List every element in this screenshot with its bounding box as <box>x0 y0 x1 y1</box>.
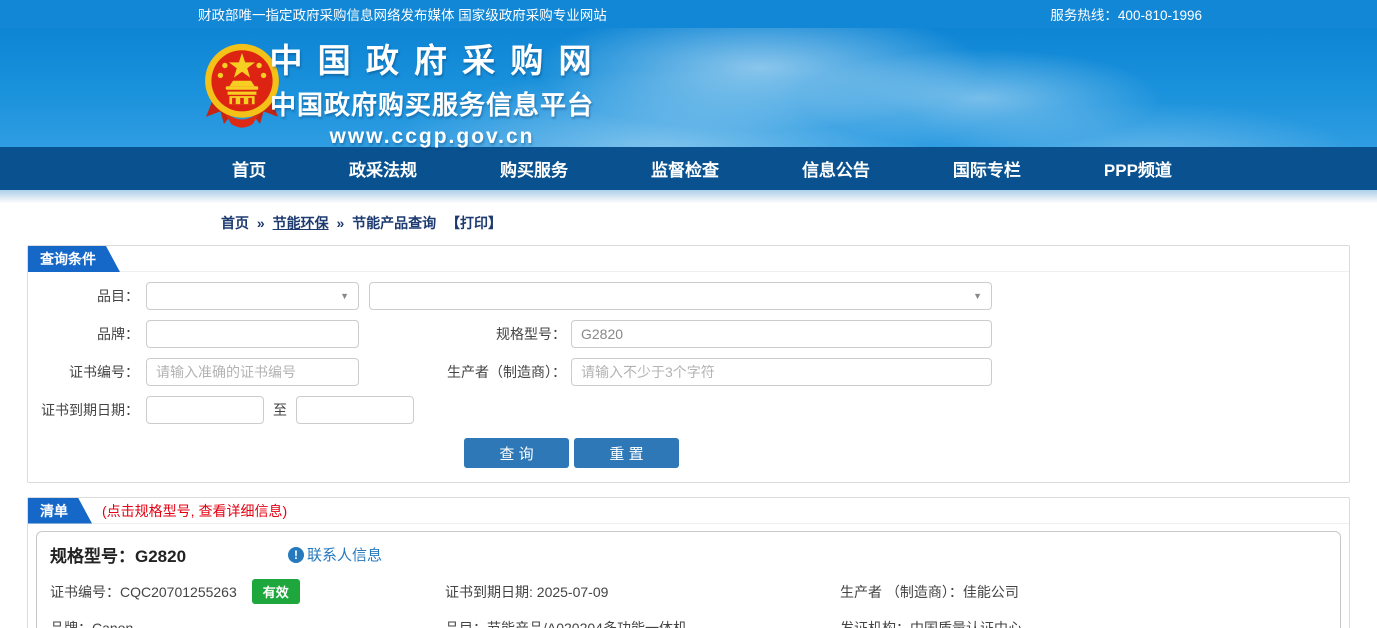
cert-number-label: 证书编号： <box>69 364 139 380</box>
query-panel-tab-row: 查询条件 <box>28 246 1349 272</box>
nav-item-regulations[interactable]: 政采法规 <box>349 156 417 181</box>
result-details-grid: 证书编号：CQC20701255263 有效 证书到期日期: 2025-07-0… <box>37 579 1340 628</box>
model-label: 规格型号： <box>496 326 566 342</box>
cert-expiry-label: 证书到期日期： <box>41 402 139 418</box>
result-card-header: 规格型号：G2820 ! 联系人信息 <box>37 542 1340 567</box>
top-bar: 财政部唯一指定政府采购信息网络发布媒体 国家级政府采购专业网站 服务热线：400… <box>0 0 1377 28</box>
expiry-start-date-input[interactable] <box>146 396 264 424</box>
breadcrumb-section-link[interactable]: 节能环保 <box>273 215 329 231</box>
category-select-secondary[interactable]: ▼ <box>369 282 992 310</box>
date-range-to-label: 至 <box>273 402 287 418</box>
breadcrumb-separator: » <box>256 215 265 231</box>
query-conditions-panel: 查询条件 品目： ▼ ▼ 品牌： 规格型号： 证书编号： 生产者（制造商）： 证… <box>27 245 1350 483</box>
site-name: 中 国 政 府 采 购 网 <box>269 42 595 79</box>
info-icon: ! <box>288 546 305 563</box>
breadcrumb-current: 节能产品查询 <box>352 215 437 231</box>
breadcrumb-home-link[interactable]: 首页 <box>221 215 249 231</box>
contact-info-link[interactable]: ! 联系人信息 <box>288 544 382 565</box>
list-panel-tab-row: 清单 (点击规格型号, 查看详细信息) <box>28 498 1349 524</box>
result-brand: 品牌：Canon <box>50 620 134 628</box>
breadcrumb-separator: » <box>336 215 345 231</box>
manufacturer-label: 生产者（制造商）： <box>447 364 566 380</box>
main-nav: 首页 政采法规 购买服务 监督检查 信息公告 国际专栏 PPP频道 <box>0 147 1377 190</box>
form-row-expiry: 证书到期日期： 至 <box>28 396 1349 424</box>
dropdown-arrow-icon: ▼ <box>340 291 349 301</box>
site-slogan: 财政部唯一指定政府采购信息网络发布媒体 国家级政府采购专业网站 <box>198 8 607 23</box>
nav-item-ppp-channel[interactable]: PPP频道 <box>1104 156 1172 181</box>
service-hotline: 服务热线：400-810-1996 <box>1050 8 1202 23</box>
site-title-block: 中 国 政 府 采 购 网 中国政府购买服务信息平台 www.ccgp.gov.… <box>266 34 598 149</box>
result-category: 品目：节能产品/A020204多功能一体机 <box>445 620 687 628</box>
site-url: www.ccgp.gov.cn <box>329 125 535 148</box>
nav-item-announcements[interactable]: 信息公告 <box>802 156 870 181</box>
breadcrumb: 首页 » 节能环保 » 节能产品查询 【打印】 <box>221 213 1377 233</box>
query-form: 品目： ▼ ▼ 品牌： 规格型号： 证书编号： 生产者（制造商）： 证书到期日期… <box>28 272 1349 482</box>
nav-item-purchase-services[interactable]: 购买服务 <box>500 156 568 181</box>
search-button[interactable]: 查 询 <box>464 438 569 468</box>
reset-button[interactable]: 重 置 <box>574 438 679 468</box>
category-select-primary[interactable]: ▼ <box>146 282 359 310</box>
expiry-end-date-input[interactable] <box>296 396 414 424</box>
nav-fade-strip <box>0 190 1377 203</box>
status-badge: 有效 <box>251 579 300 604</box>
category-label: 品目： <box>97 288 139 304</box>
result-cert-cell: 证书编号：CQC20701255263 有效 <box>50 579 445 604</box>
form-row-cert-manufacturer: 证书编号： 生产者（制造商）： <box>28 358 1349 386</box>
brand-input[interactable] <box>146 320 359 348</box>
result-manufacturer: 生产者 （制造商）：佳能公司 <box>840 583 1019 600</box>
site-subtitle: 中国政府购买服务信息平台 <box>269 90 594 120</box>
result-expiry-date: 证书到期日期: 2025-07-09 <box>445 583 609 600</box>
result-model-link[interactable]: 规格型号：G2820 <box>50 542 186 567</box>
model-input[interactable] <box>571 320 992 348</box>
contact-info-label: 联系人信息 <box>307 547 383 564</box>
results-list-panel: 清单 (点击规格型号, 查看详细信息) 规格型号：G2820 ! 联系人信息 证… <box>27 497 1350 628</box>
dropdown-arrow-icon: ▼ <box>973 291 982 301</box>
result-issuer: 发证机构：中国质量认证中心 <box>840 620 1022 628</box>
query-conditions-tab: 查询条件 <box>28 246 120 272</box>
site-header: 中 国 政 府 采 购 网 中国政府购买服务信息平台 www.ccgp.gov.… <box>0 28 1377 149</box>
cert-number-input[interactable] <box>146 358 359 386</box>
nav-item-international[interactable]: 国际专栏 <box>953 156 1021 181</box>
list-tab: 清单 <box>28 498 92 524</box>
nav-item-supervision[interactable]: 监督检查 <box>651 156 719 181</box>
result-card: 规格型号：G2820 ! 联系人信息 证书编号：CQC20701255263 有… <box>36 531 1341 628</box>
form-buttons-row: 查 询 重 置 <box>464 438 1349 468</box>
brand-label: 品牌： <box>97 326 139 342</box>
manufacturer-input[interactable] <box>571 358 992 386</box>
print-link[interactable]: 【打印】 <box>446 215 502 231</box>
form-row-category: 品目： ▼ ▼ <box>28 282 1349 310</box>
result-cert-number: 证书编号：CQC20701255263 <box>50 583 237 600</box>
nav-item-home[interactable]: 首页 <box>232 156 266 181</box>
form-row-brand-model: 品牌： 规格型号： <box>28 320 1349 348</box>
list-hint-text: (点击规格型号, 查看详细信息) <box>102 502 288 519</box>
